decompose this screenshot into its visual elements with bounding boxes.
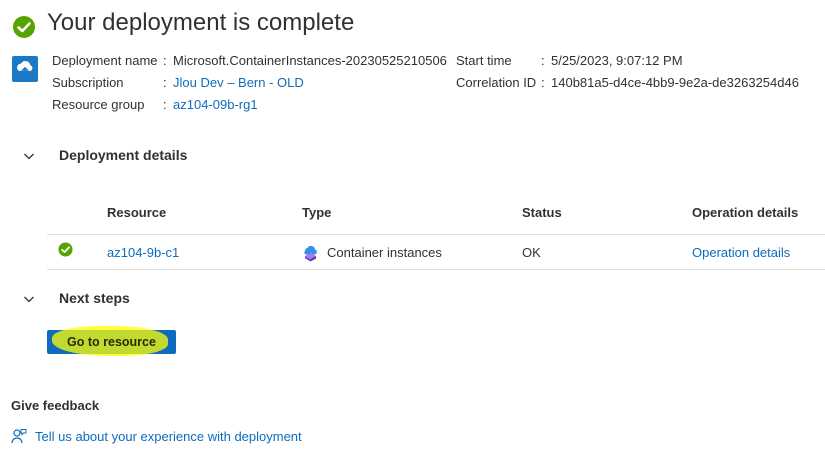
- colon: :: [541, 53, 545, 68]
- start-time-label: Start time: [456, 53, 512, 68]
- deployment-name-value: Microsoft.ContainerInstances-20230525210…: [173, 53, 447, 68]
- column-header-resource: Resource: [107, 205, 167, 220]
- table-divider: [47, 269, 825, 270]
- correlation-id-value: 140b81a5-d4ce-4bb9-9e2a-de3263254d46: [551, 75, 799, 90]
- chevron-down-icon[interactable]: [23, 293, 35, 305]
- go-to-resource-button-label[interactable]: Go to resource: [47, 330, 176, 354]
- colon: :: [163, 53, 167, 68]
- feedback-person-icon: [11, 429, 27, 444]
- resource-group-label: Resource group: [52, 97, 145, 112]
- success-check-icon: [58, 242, 73, 257]
- container-instances-icon: [304, 245, 317, 262]
- deployment-cloud-icon: [12, 56, 38, 82]
- status-value: OK: [522, 245, 541, 260]
- resource-type: Container instances: [327, 245, 442, 260]
- resource-group-link[interactable]: az104-09b-rg1: [173, 97, 258, 112]
- next-steps-heading[interactable]: Next steps: [59, 290, 130, 306]
- table-divider: [47, 234, 825, 235]
- success-check-icon: [13, 16, 35, 38]
- colon: :: [163, 97, 167, 112]
- column-header-operation-details: Operation details: [692, 205, 799, 220]
- subscription-label: Subscription: [52, 75, 124, 90]
- colon: :: [541, 75, 545, 90]
- correlation-id-label: Correlation ID: [456, 75, 537, 90]
- column-header-type: Type: [302, 205, 332, 220]
- operation-details-link[interactable]: Operation details: [692, 245, 790, 260]
- start-time-value: 5/25/2023, 9:07:12 PM: [551, 53, 683, 68]
- give-feedback-heading: Give feedback: [11, 398, 100, 413]
- colon: :: [163, 75, 167, 90]
- deployment-name-label: Deployment name: [52, 53, 158, 68]
- deployment-details-heading[interactable]: Deployment details: [59, 147, 187, 163]
- chevron-down-icon[interactable]: [23, 150, 35, 162]
- resource-link[interactable]: az104-9b-c1: [107, 245, 179, 260]
- column-header-status: Status: [522, 205, 562, 220]
- page-title: Your deployment is complete: [47, 9, 355, 36]
- feedback-link[interactable]: Tell us about your experience with deplo…: [35, 429, 302, 444]
- subscription-link[interactable]: Jlou Dev – Bern - OLD: [173, 75, 304, 90]
